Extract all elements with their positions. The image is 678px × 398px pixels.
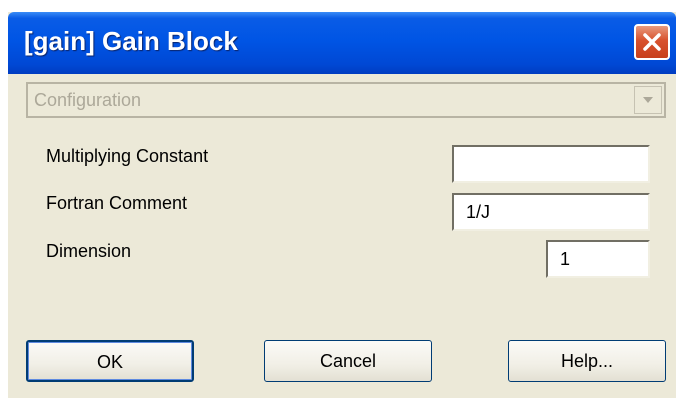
- dimension-label: Dimension: [46, 241, 132, 261]
- ok-button[interactable]: OK: [26, 340, 194, 382]
- gain-block-dialog: [gain] Gain Block Configuration Multiply…: [8, 12, 676, 398]
- title-bar[interactable]: [gain] Gain Block: [8, 12, 676, 74]
- help-button[interactable]: Help...: [508, 340, 666, 382]
- window-title: [gain] Gain Block: [24, 26, 238, 56]
- dimension-input[interactable]: 1: [546, 240, 650, 278]
- dropdown-arrow-button[interactable]: [634, 86, 662, 114]
- configuration-dropdown[interactable]: Configuration: [26, 82, 666, 118]
- fortran-comment-input[interactable]: 1/J: [452, 193, 650, 231]
- multiplying-constant-label: Multiplying Constant: [46, 146, 209, 166]
- cancel-button[interactable]: Cancel: [264, 340, 432, 382]
- fortran-comment-label: Fortran Comment: [46, 193, 188, 213]
- close-button[interactable]: [634, 24, 670, 60]
- configuration-value: Configuration: [34, 90, 142, 110]
- multiplying-constant-input[interactable]: [452, 145, 650, 183]
